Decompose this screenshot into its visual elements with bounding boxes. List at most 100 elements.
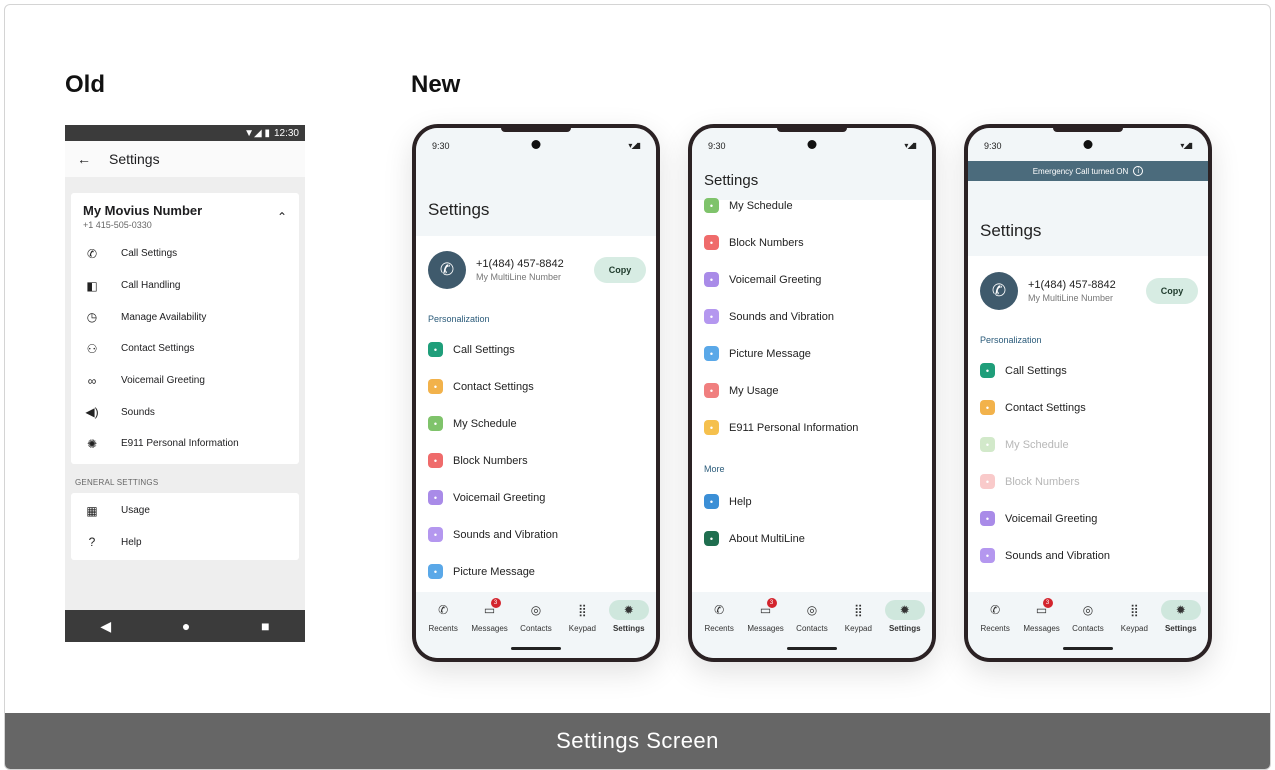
settings-item[interactable]: • Contact Settings (428, 379, 534, 394)
contacts-icon: ◎ (530, 603, 542, 617)
contacts-icon: ⚇ (86, 341, 98, 356)
emergency-banner[interactable]: Emergency Call turned ON i (968, 161, 1208, 181)
tab-messages[interactable]: ▭ 3 Messages (743, 598, 789, 633)
settings-item[interactable]: • Sounds and Vibration (704, 309, 834, 324)
settings-item-label: Voicemail Greeting (1005, 512, 1098, 525)
tab-label: Recents (428, 624, 458, 633)
new-phone-3: 9:30 ▾◢▮ Emergency Call turned ON i Sett… (964, 124, 1212, 662)
tab-settings[interactable]: ✹ Settings (882, 600, 928, 633)
old-card-header[interactable]: My Movius Number +1 415-505-0330 ⌃ (71, 193, 299, 238)
old-settings-row-label: Call Handling (121, 280, 181, 292)
keypad-icon: ⣿ (577, 603, 587, 617)
old-settings-row[interactable]: ▦ Usage (71, 495, 299, 527)
settings-item[interactable]: • Block Numbers (704, 235, 804, 250)
tab-label: Messages (747, 624, 784, 633)
tab-recents[interactable]: ✆ Recents (696, 600, 742, 633)
tab-recents[interactable]: ✆ Recents (972, 600, 1018, 633)
page-title: Settings (980, 221, 1042, 240)
nav-back-icon[interactable]: ◀ (100, 618, 111, 635)
back-arrow-icon[interactable]: ← (77, 151, 91, 167)
old-heading: Old (65, 71, 105, 98)
settings-item-label: Call Settings (453, 343, 515, 356)
settings-item-icon: • (428, 379, 443, 394)
home-indicator (511, 647, 561, 650)
old-phone-screen: ▼◢ ▮ 12:30 ← Settings My Movius Number +… (65, 125, 305, 642)
settings-item[interactable]: • Picture Message (704, 346, 811, 361)
signal-icon: ▾◢▮ (904, 141, 917, 150)
settings-item[interactable]: • Sounds and Vibration (428, 527, 558, 542)
chevron-up-icon[interactable]: ⌃ (277, 210, 287, 224)
settings-item[interactable]: • Voicemail Greeting (428, 490, 545, 505)
caption-bar: Settings Screen (5, 713, 1270, 769)
tab-recents[interactable]: ✆ Recents (420, 600, 466, 633)
tab-label: Contacts (520, 624, 552, 633)
old-page-title: Settings (109, 151, 160, 167)
tab-keypad[interactable]: ⣿ Keypad (1111, 600, 1157, 633)
page-title: Settings (704, 172, 759, 189)
settings-item[interactable]: • Voicemail Greeting (980, 511, 1097, 526)
old-settings-row-label: Voicemail Greeting (121, 375, 205, 387)
old-number-card: My Movius Number +1 415-505-0330 ⌃ ✆ Call… (71, 193, 299, 464)
settings-item-label: Block Numbers (729, 236, 804, 249)
tab-keypad[interactable]: ⣿ Keypad (835, 600, 881, 633)
settings-item-icon: • (428, 342, 443, 357)
old-settings-row[interactable]: ◷ Manage Availability (71, 301, 299, 333)
number-row: ✆ +1(484) 457-8842 My MultiLine Number C… (980, 272, 1198, 310)
settings-item-icon: • (980, 363, 995, 378)
call-handling-icon: ◧ (86, 278, 98, 293)
old-settings-row[interactable]: ? Help (71, 527, 299, 559)
status-bar: 9:30 ▾◢▮ (984, 141, 1193, 151)
settings-item: • My Schedule (980, 437, 1069, 452)
settings-item[interactable]: • Contact Settings (980, 400, 1086, 415)
old-settings-row[interactable]: ∞ Voicemail Greeting (71, 365, 299, 397)
old-settings-row[interactable]: ◧ Call Handling (71, 270, 299, 302)
tab-keypad[interactable]: ⣿ Keypad (559, 600, 605, 633)
tab-contacts[interactable]: ◎ Contacts (789, 600, 835, 633)
tab-settings[interactable]: ✹ Settings (606, 600, 652, 633)
old-settings-row[interactable]: ◀) Sounds (71, 396, 299, 428)
settings-item[interactable]: • Picture Message (428, 564, 535, 579)
tab-label: Settings (1164, 624, 1197, 633)
settings-item[interactable]: • My Schedule (704, 198, 793, 213)
copy-button[interactable]: Copy (594, 257, 646, 283)
tab-contacts[interactable]: ◎ Contacts (1065, 600, 1111, 633)
settings-item[interactable]: • About MultiLine (704, 531, 805, 546)
status-time: 9:30 (984, 141, 1002, 151)
settings-item[interactable]: • My Usage (704, 383, 779, 398)
settings-item[interactable]: • Voicemail Greeting (704, 272, 821, 287)
settings-item[interactable]: • Call Settings (428, 342, 515, 357)
settings-item[interactable]: • Help (704, 494, 752, 509)
gear-icon: ✹ (884, 600, 925, 620)
settings-item[interactable]: • Block Numbers (428, 453, 528, 468)
phone-icon: ✆ (714, 603, 725, 617)
message-icon: ▭ (483, 603, 496, 617)
nav-recents-icon[interactable]: ■ (261, 618, 269, 634)
settings-item-label: My Usage (729, 384, 779, 397)
info-icon[interactable]: i (1133, 166, 1144, 176)
settings-item[interactable]: • My Schedule (428, 416, 517, 431)
tab-label: Keypad (844, 624, 872, 633)
nav-home-icon[interactable]: ● (182, 618, 190, 634)
settings-item-label: Block Numbers (1005, 475, 1080, 488)
phone-notch (1053, 128, 1123, 132)
old-settings-row[interactable]: ✺ E911 Personal Information (71, 428, 299, 460)
alert-icon: ✺ (86, 436, 98, 451)
caption-text: Settings Screen (556, 728, 719, 753)
tab-messages[interactable]: ▭ 3 Messages (467, 598, 513, 633)
settings-item[interactable]: • Call Settings (980, 363, 1067, 378)
settings-item-label: My Schedule (729, 199, 793, 212)
tab-contacts[interactable]: ◎ Contacts (513, 600, 559, 633)
settings-item-label: Picture Message (453, 565, 535, 578)
settings-item[interactable]: • E911 Personal Information (704, 420, 858, 435)
old-status-bar: ▼◢ ▮ 12:30 (65, 125, 305, 141)
old-settings-row[interactable]: ⚇ Contact Settings (71, 333, 299, 365)
old-settings-row[interactable]: ✆ Call Settings (71, 238, 299, 270)
settings-item-label: Sounds and Vibration (453, 528, 558, 541)
settings-item-label: Sounds and Vibration (1005, 549, 1110, 562)
tab-settings[interactable]: ✹ Settings (1158, 600, 1204, 633)
settings-item-icon: • (980, 511, 995, 526)
settings-item[interactable]: • Sounds and Vibration (980, 548, 1110, 563)
tab-messages[interactable]: ▭ 3 Messages (1019, 598, 1065, 633)
settings-item-label: My Schedule (453, 417, 517, 430)
copy-button[interactable]: Copy (1146, 278, 1198, 304)
